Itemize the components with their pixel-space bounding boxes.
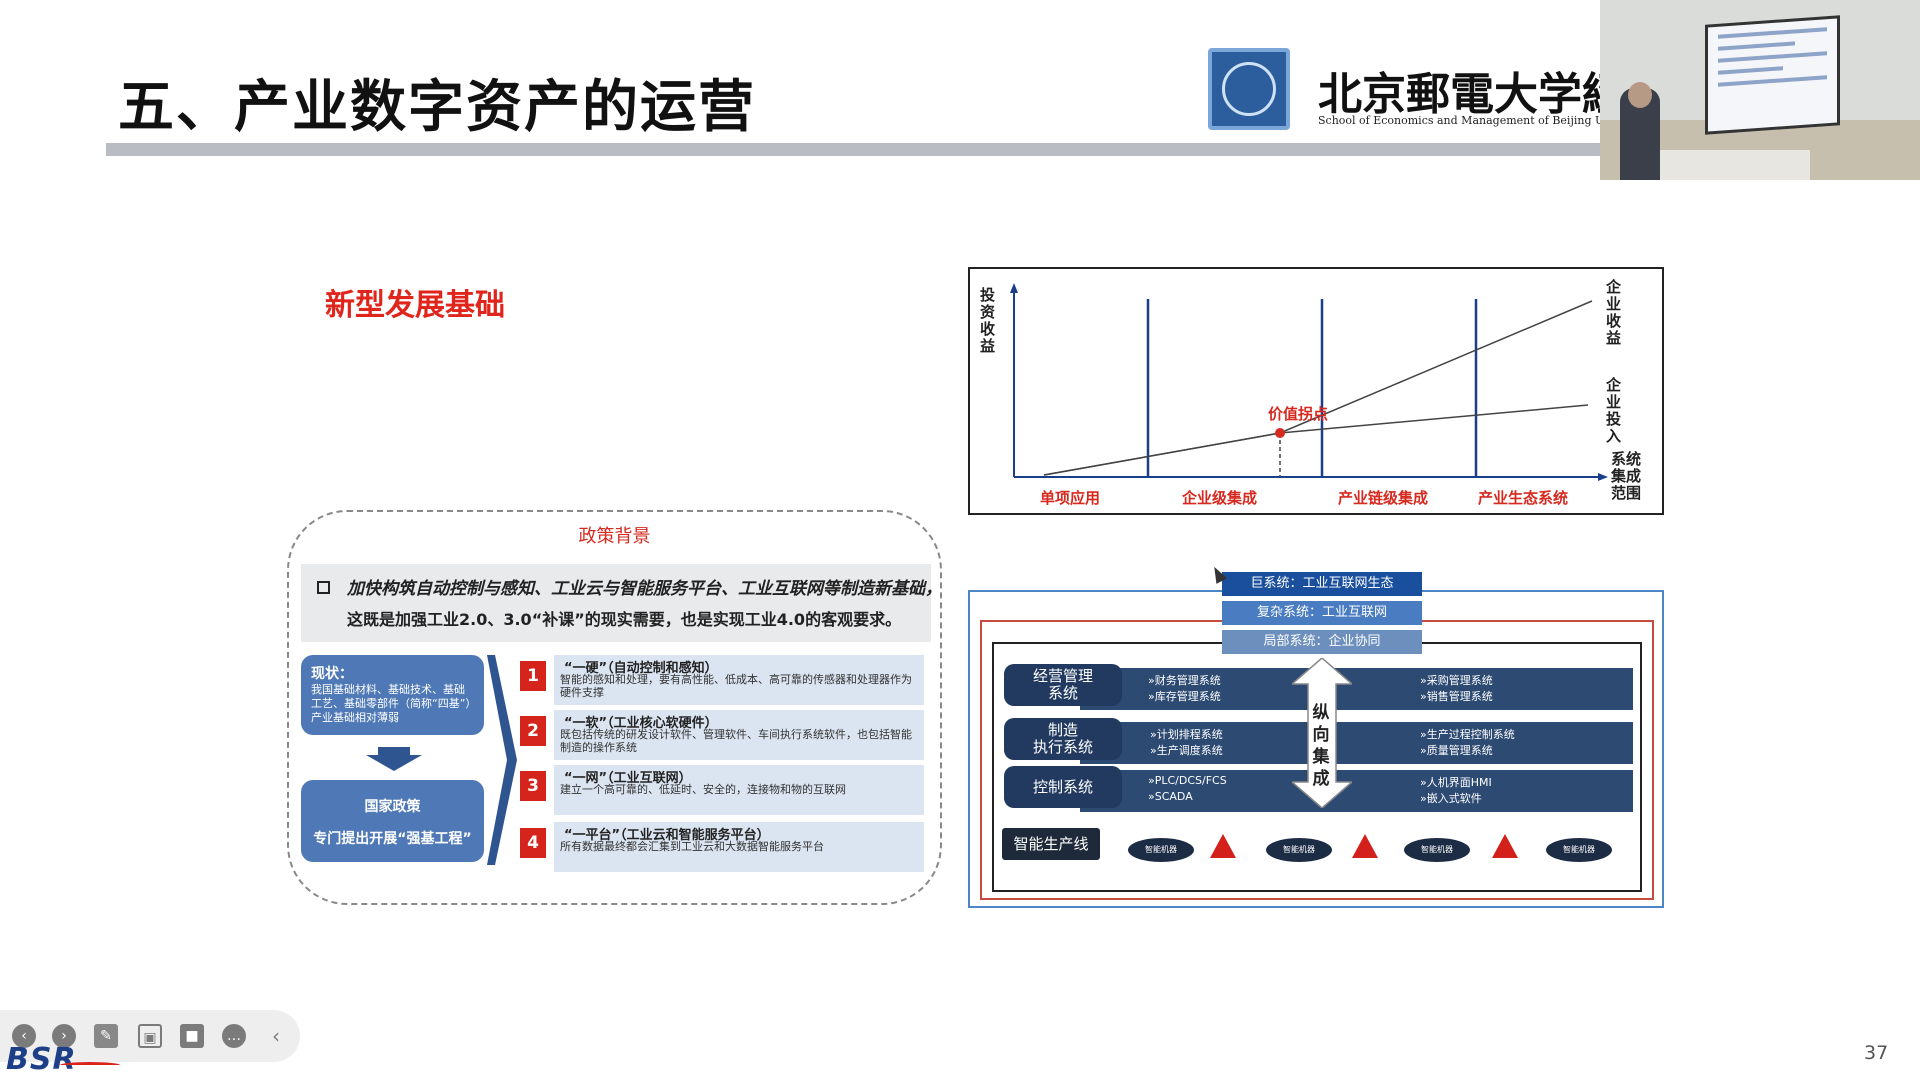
screenshot-icon[interactable]: ▣ xyxy=(138,1024,162,1048)
row-item: »财务管理系统 xyxy=(1148,674,1221,687)
item-number: 4 xyxy=(520,828,546,858)
smart-line-label: 智能生产线 xyxy=(1002,828,1100,860)
policy-banner-line2: 这既是加强工业2.0、3.0“补课”的现实需要，也是实现工业4.0的客观要求。 xyxy=(347,610,902,629)
series-label-revenue: 企业收益 xyxy=(1606,278,1622,347)
integration-diagram: 巨系统：工业互联网生态 复杂系统：工业互联网 局部系统：企业协同 经营管理 系统… xyxy=(968,572,1664,908)
policy-item: 1 “一硬”（自动控制和感知） 智能的感知和处理，要有高性能、低成本、高可靠的传… xyxy=(520,655,924,705)
page-title: 五、产业数字资产的运营 xyxy=(118,75,756,140)
x-axis-arrow-icon xyxy=(1598,473,1608,481)
row-label-business: 经营管理 系统 xyxy=(1004,664,1122,706)
level-local-system: 局部系统：企业协同 xyxy=(1222,630,1422,654)
bsr-logo: BSR xyxy=(6,1042,77,1077)
item-desc: 所有数据最终都会汇集到工业云和大数据智能服务平台 xyxy=(560,840,824,853)
policy-banner-line1: 加快构筑自动控制与感知、工业云与智能服务平台、工业互联网等制造新基础， xyxy=(347,579,942,599)
row-item: »生产过程控制系统 xyxy=(1420,728,1515,741)
item-desc: 建立一个高可靠的、低延时、安全的，连接物和物的互联网 xyxy=(560,783,846,796)
item-desc: 智能的感知和处理，要有高性能、低成本、高可靠的传感器和处理器作为硬件支撑 xyxy=(560,673,912,699)
policy-item: 3 “一网”（工业互联网） 建立一个高可靠的、低延时、安全的，连接物和物的互联网 xyxy=(520,765,924,815)
x-tick-label: 企业级集成 xyxy=(1181,489,1257,507)
chevron-right-icon xyxy=(487,655,517,865)
triangle-icon xyxy=(1210,834,1236,858)
status-body: 我国基础材料、基础技术、基础工艺、基础零部件（简称“四基”）产业基础相对薄弱 xyxy=(311,683,471,724)
row-item: »质量管理系统 xyxy=(1420,744,1493,757)
x-axis-label: 系统 集成 范围 xyxy=(1611,450,1642,502)
item-number: 2 xyxy=(520,716,546,746)
x-tick-label: 产业生态系统 xyxy=(1478,489,1568,507)
vertical-integration-label: 纵向集成 xyxy=(1312,703,1330,789)
policy-item: 2 “一软”（工业核心软硬件） 既包括传统的研发设计软件、管理软件、车间执行系统… xyxy=(520,710,924,760)
y-axis-label: 投资收益 xyxy=(980,286,996,355)
triangle-icon xyxy=(1492,834,1518,858)
row-label-mes: 制造 执行系统 xyxy=(1004,718,1122,760)
triangle-icon xyxy=(1352,834,1378,858)
annotation-label: 价值拐点 xyxy=(1268,405,1328,423)
university-seal-logo xyxy=(1208,48,1290,130)
row-label-control: 控制系统 xyxy=(1004,766,1122,808)
row-item: »库存管理系统 xyxy=(1148,690,1221,703)
x-tick-label: 单项应用 xyxy=(1040,489,1100,507)
value-inflection-chart: 价值拐点 单项应用 企业级集成 产业链级集成 产业生态系统 投资收益 企业收益 … xyxy=(968,267,1664,515)
more-icon[interactable]: … xyxy=(222,1024,246,1048)
policy-banner: 加快构筑自动控制与感知、工业云与智能服务平台、工业互联网等制造新基础， 这既是加… xyxy=(301,564,942,642)
item-number: 3 xyxy=(520,771,546,801)
national-policy-box: 国家政策 专门提出开展“强基工程” xyxy=(301,780,484,862)
down-arrow-icon xyxy=(366,747,422,771)
row-item: »销售管理系统 xyxy=(1420,690,1493,703)
camera-icon[interactable]: ■ xyxy=(180,1024,204,1048)
policy-item: 4 “一平台”（工业云和智能服务平台） 所有数据最终都会汇集到工业云和大数据智能… xyxy=(520,822,924,872)
series-line-revenue xyxy=(1043,300,1593,476)
row-item: »人机界面HMI xyxy=(1420,776,1492,789)
robot-node: 智能机器 xyxy=(1546,838,1612,862)
bsr-swoosh xyxy=(60,1062,120,1068)
slide: 五、产业数字资产的运营 北京郵電大学經濟 School of Economics… xyxy=(0,0,1920,1080)
row-item: »嵌入式软件 xyxy=(1420,792,1482,805)
level-giant-system: 巨系统：工业互联网生态 xyxy=(1222,572,1422,596)
x-tick-label: 产业链级集成 xyxy=(1338,489,1428,507)
item-number: 1 xyxy=(520,661,546,691)
inflection-point xyxy=(1275,428,1285,438)
policy-background-panel: 政策背景 加快构筑自动控制与感知、工业云与智能服务平台、工业互联网等制造新基础，… xyxy=(287,510,942,905)
row-item: »采购管理系统 xyxy=(1420,674,1493,687)
robot-node: 智能机器 xyxy=(1404,838,1470,862)
row-item: »生产调度系统 xyxy=(1150,744,1223,757)
item-desc: 既包括传统的研发设计软件、管理软件、车间执行系统软件，也包括智能制造的操作系统 xyxy=(560,728,912,754)
section-subheading: 新型发展基础 xyxy=(325,288,505,323)
collapse-icon[interactable]: ‹ xyxy=(264,1024,288,1048)
status-box: 现状： 我国基础材料、基础技术、基础工艺、基础零部件（简称“四基”）产业基础相对… xyxy=(301,655,484,735)
gov-line2: 专门提出开展“强基工程” xyxy=(313,831,472,847)
y-axis-arrow-icon xyxy=(1010,283,1018,293)
square-bullet-icon xyxy=(317,581,330,594)
row-item: »PLC/DCS/FCS xyxy=(1148,774,1227,787)
chart-svg: 价值拐点 单项应用 企业级集成 产业链级集成 产业生态系统 xyxy=(1010,283,1608,507)
series-label-investment: 企业投入 xyxy=(1606,376,1622,445)
robot-node: 智能机器 xyxy=(1128,838,1194,862)
gov-line1: 国家政策 xyxy=(364,799,421,815)
row-item: »计划排程系统 xyxy=(1150,728,1223,741)
level-complex-system: 复杂系统：工业互联网 xyxy=(1222,601,1422,625)
row-item: »SCADA xyxy=(1148,790,1193,803)
robot-node: 智能机器 xyxy=(1266,838,1332,862)
pen-icon[interactable]: ✎ xyxy=(94,1024,118,1048)
title-divider xyxy=(106,143,1606,156)
status-heading: 现状： xyxy=(311,666,353,682)
policy-title: 政策背景 xyxy=(578,526,651,547)
webcam-feed xyxy=(1600,0,1920,180)
page-number: 37 xyxy=(1864,1042,1889,1064)
